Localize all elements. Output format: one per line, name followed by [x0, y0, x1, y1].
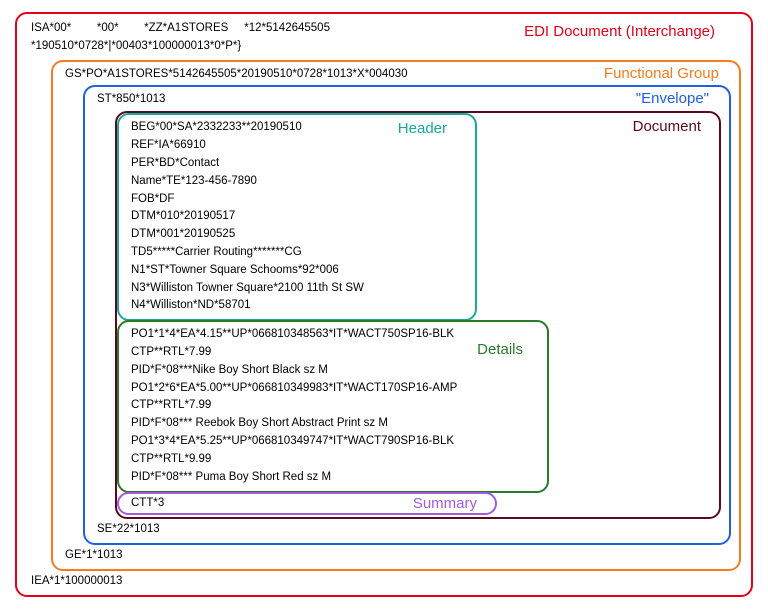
details-label: Details [477, 342, 523, 357]
header-label: Header [398, 121, 447, 136]
interchange-box: EDI Document (Interchange) ISA*00* *00* … [15, 12, 753, 597]
summary-label: Summary [413, 496, 477, 511]
ge-line: GE*1*1013 [65, 547, 731, 565]
details-line: CTP**RTL*7.99 [131, 397, 535, 415]
details-line: PID*F*08***Nike Boy Short Black sz M [131, 362, 535, 380]
details-line: PID*F*08*** Puma Boy Short Red sz M [131, 469, 535, 487]
details-line: PO1*2*6*EA*5.00**UP*066810349983*IT*WACT… [131, 380, 535, 398]
details-box: Details PO1*1*4*EA*4.15**UP*066810348563… [117, 320, 549, 492]
functional-group-box: Functional Group GS*PO*A1STORES*51426455… [51, 60, 741, 571]
details-line: PID*F*08*** Reebok Boy Short Abstract Pr… [131, 415, 535, 433]
document-box: Document Header BEG*00*SA*2332233**20190… [115, 111, 721, 519]
details-line: CTP**RTL*7.99 [131, 344, 535, 362]
isa-line-2: *190510*0728*|*00403*100000013*0*P*} [31, 38, 741, 56]
document-label: Document [633, 119, 701, 134]
details-line: PO1*3*4*EA*5.25**UP*066810349747*IT*WACT… [131, 433, 535, 451]
st-line: ST*850*1013 [97, 91, 721, 109]
header-box: Header BEG*00*SA*2332233**20190510 REF*I… [117, 113, 477, 321]
interchange-label: EDI Document (Interchange) [524, 24, 715, 39]
summary-box: Summary CTT*3 [117, 492, 497, 516]
envelope-box: "Envelope" ST*850*1013 Document Header B… [83, 85, 731, 545]
details-line: CTP**RTL*9.99 [131, 451, 535, 469]
header-line: TD5*****Carrier Routing*******CG [131, 244, 463, 262]
envelope-label: "Envelope" [636, 91, 709, 106]
se-line: SE*22*1013 [97, 521, 721, 539]
header-line: Name*TE*123-456-7890 [131, 173, 463, 191]
functional-group-label: Functional Group [604, 66, 719, 81]
header-line: PER*BD*Contact [131, 155, 463, 173]
header-line: REF*IA*66910 [131, 137, 463, 155]
header-line: DTM*001*20190525 [131, 226, 463, 244]
header-line: FOB*DF [131, 191, 463, 209]
details-line: PO1*1*4*EA*4.15**UP*066810348563*IT*WACT… [131, 326, 535, 344]
header-line: N3*Williston Towner Square*2100 11th St … [131, 280, 463, 298]
header-line: DTM*010*20190517 [131, 208, 463, 226]
header-line: N1*ST*Towner Square Schooms*92*006 [131, 262, 463, 280]
header-line: N4*Williston*ND*58701 [131, 297, 463, 315]
